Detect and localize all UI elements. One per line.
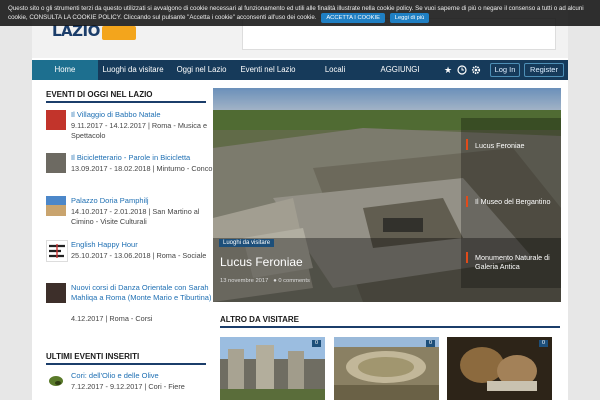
comment-count-badge: 0: [311, 340, 321, 347]
event-thumbnail[interactable]: [46, 196, 66, 216]
today-events-heading: EVENTI DI OGGI NEL LAZIO: [46, 89, 206, 103]
comment-icon: ●: [273, 278, 277, 284]
comment-count-badge: 0: [425, 340, 435, 347]
comment-count-badge: 0: [538, 340, 548, 347]
list-item: Il Bicicletterario - Parole in Biciclett…: [46, 153, 220, 183]
slide-link[interactable]: Il Museo del Bergantino: [475, 197, 555, 206]
cookie-banner: Questo sito o gli strumenti terzi da que…: [0, 0, 600, 26]
gear-icon[interactable]: [471, 65, 481, 75]
register-button[interactable]: Register: [524, 63, 564, 77]
hero-category-tag[interactable]: Luoghi da visitare: [219, 239, 275, 247]
hero-comments[interactable]: 0 comments: [278, 278, 310, 284]
event-meta: 7.12.2017 - 9.12.2017 | Cori - Fiere: [71, 382, 185, 391]
hero-date: 13 novembre 2017 ● 0 comments: [220, 278, 310, 284]
page-container: LAZIO Home Luoghi da visitare Oggi nel L…: [32, 0, 568, 400]
event-title[interactable]: English Happy Hour: [71, 240, 221, 250]
main-nav: Home Luoghi da visitare Oggi nel Lazio E…: [32, 60, 568, 80]
read-more-button[interactable]: Leggi di più: [389, 13, 430, 23]
cookie-text: Questo sito o gli strumenti terzi da que…: [8, 5, 584, 21]
nav-events[interactable]: Eventi nel Lazio: [233, 60, 303, 80]
event-meta: 25.10.2017 - 13.06.2018 | Roma - Sociale: [71, 251, 207, 260]
nav-places[interactable]: Luoghi da visitare: [98, 60, 168, 80]
place-thumbnail: [447, 337, 552, 400]
event-meta: 13.09.2017 - 18.02.2018 | Minturno - Con…: [71, 164, 221, 173]
event-title[interactable]: Nuovi corsi di Danza Orientale con Sarah…: [71, 283, 221, 303]
star-icon[interactable]: ★: [443, 65, 453, 75]
hero-slider[interactable]: Luoghi da visitare Lucus Feroniae 13 nov…: [213, 88, 561, 302]
event-title[interactable]: Il Villaggio di Babbo Natale: [71, 110, 221, 120]
event-thumbnail[interactable]: [46, 153, 66, 173]
accept-cookies-button[interactable]: ACCETTA I COOKIE: [321, 13, 385, 23]
list-item: Palazzo Doria Pamphilj 14.10.2017 - 2.01…: [46, 196, 216, 226]
event-thumbnail[interactable]: [46, 110, 66, 130]
event-title[interactable]: Cori: dell'Olio e delle Olive: [71, 371, 221, 381]
event-title[interactable]: Il Bicicletterario - Parole in Biciclett…: [71, 153, 221, 163]
event-thumbnail[interactable]: [46, 283, 66, 303]
nav-home[interactable]: Home: [32, 60, 98, 80]
event-meta: 4.12.2017 | Roma - Corsi: [71, 314, 153, 323]
nav-venues[interactable]: Locali: [313, 60, 357, 80]
hero-date-text: 13 novembre 2017: [220, 278, 269, 284]
event-title[interactable]: Palazzo Doria Pamphilj: [71, 196, 221, 206]
list-item: Cori: dell'Olio e delle Olive 7.12.2017 …: [46, 371, 216, 397]
nav-add[interactable]: AGGIUNGI: [374, 60, 426, 80]
slide-indicator: [466, 139, 468, 150]
event-thumbnail[interactable]: [46, 240, 68, 262]
nav-today[interactable]: Oggi nel Lazio: [170, 60, 233, 80]
slide-indicator: [466, 196, 468, 207]
clock-icon[interactable]: [457, 65, 467, 75]
login-button[interactable]: Log In: [490, 63, 520, 77]
slide-indicator: [466, 252, 468, 263]
place-thumbnail: [334, 337, 439, 400]
slide-link[interactable]: Lucus Feroniae: [475, 141, 555, 150]
list-item: Il Villaggio di Babbo Natale 9.11.2017 -…: [46, 110, 216, 140]
event-thumbnail[interactable]: [46, 371, 66, 391]
slide-link[interactable]: Monumento Naturale di Galeria Antica: [475, 253, 555, 271]
happy-hour-logo: [49, 244, 65, 258]
olive-icon: [49, 376, 63, 386]
latest-events-heading: ULTIMI EVENTI INSERITI: [46, 351, 206, 365]
event-meta: 14.10.2017 - 2.01.2018 | San Martino al …: [71, 207, 200, 226]
event-meta: 9.11.2017 - 14.12.2017 | Roma - Musica e…: [71, 121, 208, 140]
place-card[interactable]: 0: [447, 337, 552, 400]
also-visit-heading: ALTRO DA VISITARE: [220, 314, 560, 328]
place-card[interactable]: 0: [220, 337, 325, 400]
logo-badge: [102, 26, 136, 40]
place-thumbnail: [220, 337, 325, 400]
list-item: Nuovi corsi di Danza Orientale con Sarah…: [46, 283, 216, 329]
list-item: English Happy Hour 25.10.2017 - 13.06.20…: [46, 240, 216, 270]
place-card[interactable]: 0: [334, 337, 439, 400]
hero-title[interactable]: Lucus Feroniae: [220, 255, 303, 269]
